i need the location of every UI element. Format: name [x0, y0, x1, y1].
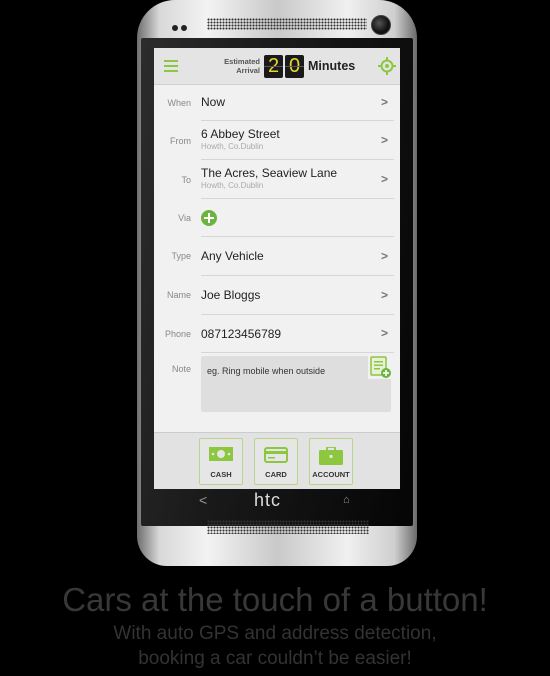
to-value: The Acres, Seaview Lane	[201, 166, 338, 180]
type-row[interactable]: Type Any Vehicle >	[154, 237, 400, 275]
tagline-headline: Cars at the touch of a button!	[62, 581, 488, 618]
top-speaker-grille	[207, 18, 367, 30]
name-label: Name	[166, 290, 191, 300]
card-label: CARD	[265, 470, 287, 479]
from-subtext: Howth, Co.Dublin	[201, 142, 264, 151]
tagline-line1: With auto GPS and address detection,	[113, 623, 437, 644]
cash-icon	[209, 447, 233, 461]
to-subtext: Howth, Co.Dublin	[201, 181, 264, 190]
payment-bar: CASH CARD ACCOUNT	[154, 432, 400, 489]
app-screen: Estimated Arrival 2 0 Minutes When Now >…	[154, 48, 400, 489]
from-row[interactable]: From 6 Abbey Street Howth, Co.Dublin >	[154, 121, 400, 159]
chevron-right-icon: >	[380, 326, 388, 340]
chevron-right-icon: >	[380, 95, 388, 109]
tagline-line2: booking a car couldn’t be easier!	[138, 648, 412, 669]
eta-label-line1: Estimated	[224, 57, 260, 66]
phone-value: 087123456789	[201, 327, 282, 341]
name-value: Joe Bloggs	[201, 288, 261, 302]
eta-label: Estimated Arrival	[218, 57, 260, 75]
phone-label: Phone	[164, 329, 191, 339]
android-nav-bar: < htc ⌂	[154, 489, 400, 515]
card-icon	[264, 447, 288, 463]
chevron-right-icon: >	[380, 172, 388, 186]
when-value: Now	[201, 95, 226, 109]
htc-logo: htc	[254, 490, 282, 510]
type-value: Any Vehicle	[201, 249, 264, 263]
bottom-speaker-grille	[207, 520, 369, 534]
add-circle-icon[interactable]	[201, 210, 217, 226]
note-label: Note	[171, 364, 191, 374]
via-row: Via	[154, 199, 400, 237]
hamburger-icon[interactable]	[164, 60, 178, 72]
chevron-right-icon: >	[380, 133, 388, 147]
from-value: 6 Abbey Street	[201, 127, 280, 141]
type-label: Type	[171, 251, 191, 261]
card-button[interactable]: CARD	[254, 438, 298, 485]
eta-unit: Minutes	[308, 59, 356, 73]
account-label: ACCOUNT	[312, 470, 350, 479]
sensor-dot	[181, 25, 187, 31]
add-note-icon[interactable]	[368, 355, 392, 379]
from-label: From	[170, 136, 191, 146]
eta-label-line2: Arrival	[236, 66, 260, 75]
home-icon[interactable]: ⌂	[343, 494, 350, 506]
app-header: Estimated Arrival 2 0 Minutes	[154, 48, 400, 85]
eta-digit-tens: 2	[264, 55, 283, 78]
eta-digit-ones: 0	[285, 55, 304, 78]
front-camera	[371, 15, 391, 35]
briefcase-icon	[319, 447, 343, 465]
via-label: Via	[178, 213, 191, 223]
chevron-right-icon: >	[380, 288, 388, 302]
crosshair-target-icon[interactable]	[378, 57, 396, 75]
name-row[interactable]: Name Joe Bloggs >	[154, 276, 400, 314]
note-input[interactable]: eg. Ring mobile when outside	[201, 356, 391, 412]
phone-row[interactable]: Phone 087123456789 >	[154, 315, 400, 353]
account-button[interactable]: ACCOUNT	[309, 438, 353, 485]
cash-button[interactable]: CASH	[199, 438, 243, 485]
note-placeholder: eg. Ring mobile when outside	[207, 366, 326, 376]
sensor-dot	[172, 25, 178, 31]
cash-label: CASH	[210, 470, 232, 479]
chevron-right-icon: >	[380, 249, 388, 263]
when-label: When	[167, 98, 191, 108]
back-icon[interactable]: <	[199, 492, 207, 508]
to-label: To	[181, 175, 191, 185]
to-row[interactable]: To The Acres, Seaview Lane Howth, Co.Dub…	[154, 160, 400, 198]
